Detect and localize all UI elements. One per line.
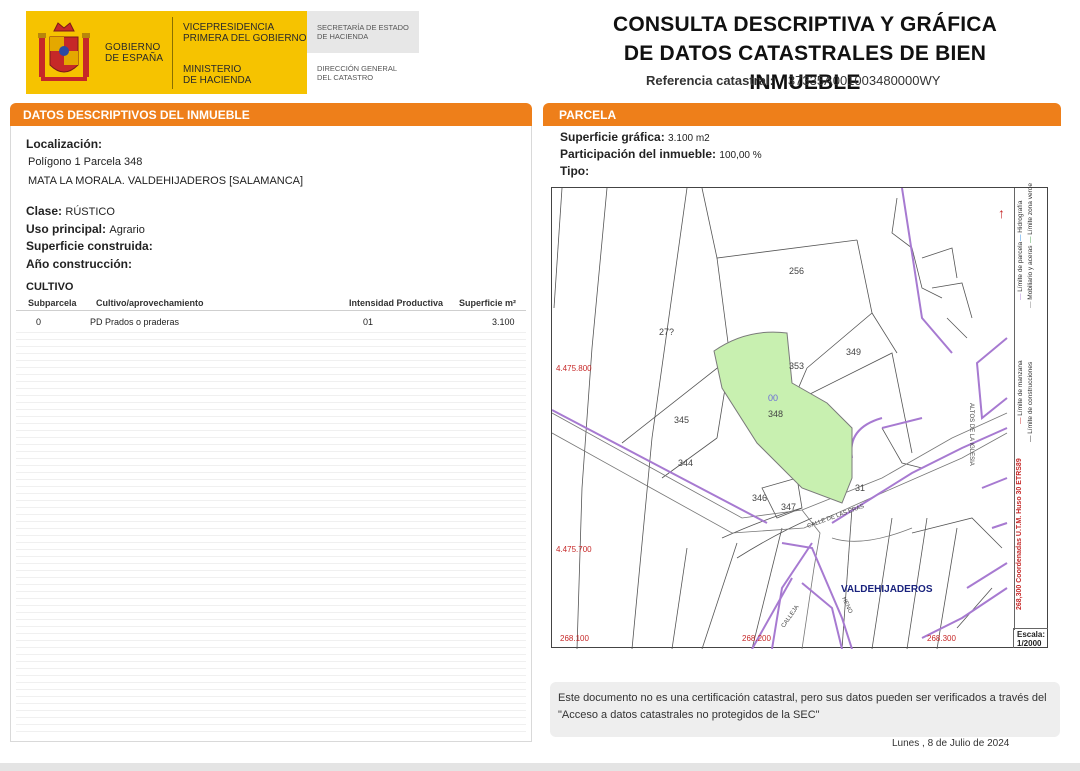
street-label-eras: CALLE DE LAS ERAS — [807, 504, 865, 530]
cultivo-title: CULTIVO — [26, 281, 74, 293]
parcel-label-31: 31 — [855, 483, 865, 493]
clase-value: RÚSTICO — [65, 206, 115, 218]
scale-label: Escala: — [1017, 630, 1046, 639]
td-subparcela: 0 — [36, 317, 42, 327]
uso-value: Agrario — [109, 224, 145, 236]
parcel-label-346: 346 — [752, 493, 767, 503]
parcel-label-349: 349 — [846, 347, 861, 357]
secretaria-block: SECRETARÍA DE ESTADO DE HACIENDA — [307, 11, 419, 53]
anio-construccion-field: Año construcción: — [26, 257, 133, 271]
parcel-label-partial: 27? — [659, 327, 674, 337]
ref-value: 37335A001003480000WY — [787, 73, 941, 88]
gobierno-logo: GOBIERNO DE ESPAÑA VICEPRESIDENCIA PRIMERA… — [26, 11, 307, 94]
td-intensidad: 01 — [363, 317, 374, 327]
clase-field: Clase: RÚSTICO — [26, 204, 115, 218]
scale-value: 1/2000 — [1017, 639, 1042, 648]
coat-of-arms-icon — [38, 22, 90, 81]
section-header-descriptivos: DATOS DESCRIPTIVOS DEL INMUEBLE — [10, 103, 532, 126]
scale-box: Escala: 1/2000 — [1013, 628, 1048, 648]
tipo-field: Tipo: — [560, 164, 590, 178]
uso-field: Uso principal: Agrario — [26, 222, 145, 236]
parcel-label-256: 256 — [789, 266, 804, 276]
coord-label-y1: 4.475.800 — [556, 364, 592, 373]
td-cultivo: PD Prados o praderas — [90, 317, 180, 327]
coord-label-y2: 4.475.700 — [556, 545, 592, 554]
cadastral-map[interactable]: 256 349 353 345 344 346 347 348 31 27? 0… — [551, 183, 1048, 649]
parcel-label-347: 347 — [781, 502, 796, 512]
legend-construcciones: — Límite de construcciones — [1027, 361, 1034, 442]
parcel-label-344: 344 — [678, 458, 693, 468]
localizacion-line-2: MATA LA MORALA. VALDEHIJADEROS [SALAMANC… — [28, 175, 304, 187]
legend-zona-verde: — Límite zona verde — [1027, 183, 1034, 243]
table-header-divider — [16, 310, 526, 311]
legend-manzana: — Límite de manzana — [1017, 360, 1024, 424]
td-superficie: 3.100 — [492, 317, 515, 327]
parcel-label-353: 353 — [789, 361, 804, 371]
map-drawing: 256 349 353 345 344 346 347 348 31 27? 0… — [552, 188, 1008, 649]
ref-label: Referencia catastral: — [646, 73, 774, 88]
secretaria-text: SECRETARÍA DE ESTADO DE HACIENDA — [317, 23, 409, 41]
disclaimer-notice: Este documento no es una certificación c… — [550, 682, 1060, 737]
gobierno-text: GOBIERNO DE ESPAÑA — [105, 42, 164, 64]
direccion-text: DIRECCIÓN GENERAL DEL CATASTRO — [317, 64, 398, 82]
th-subparcela: Subparcela — [28, 298, 77, 308]
localizacion-line-1: Polígono 1 Parcela 348 — [28, 156, 143, 168]
coord-label-x1: 268.100 — [560, 634, 589, 643]
legend-hidrografia: — Hidrografía — [1017, 200, 1024, 241]
cultivo-table-body — [16, 312, 526, 732]
logo-divider — [172, 17, 173, 89]
coord-label-x3: 268.300 — [927, 634, 956, 643]
place-label: VALDEHIJADEROS — [841, 584, 933, 595]
referencia-catastral: Referencia catastral: 37335A001003480000W… — [646, 73, 940, 88]
superficie-construida-field: Superficie construida: — [26, 239, 153, 253]
bottom-strip — [0, 763, 1080, 771]
section-header-parcela: PARCELA — [543, 103, 1061, 126]
coord-label-x2: 268.200 — [742, 634, 771, 643]
legend-mobiliario: — Mobiliario y aceras — [1027, 245, 1034, 309]
th-cultivo: Cultivo/aprovechamiento — [96, 298, 204, 308]
th-superficie: Superficie m² — [459, 298, 517, 308]
parcel-label-345: 345 — [674, 415, 689, 425]
legend-parcela: — Límite de parcela — [1017, 241, 1024, 300]
street-label-heno: HENO — [840, 596, 853, 615]
document-date: Lunes , 8 de Julio de 2024 — [892, 738, 1010, 749]
superficie-grafica-field: Superficie gráfica: 3.100 m2 — [560, 130, 710, 144]
subparcel-label-00: 00 — [768, 393, 778, 403]
street-label-calleja: CALLEJA — [781, 604, 801, 629]
north-arrow-icon: ↑ — [998, 205, 1005, 221]
superficie-grafica-value: 3.100 m2 — [668, 133, 710, 144]
street-label-altos: ALTOS DE LA IGLESIA — [968, 403, 974, 466]
localizacion-label: Localización: — [26, 137, 103, 151]
th-intensidad: Intensidad Productiva — [349, 298, 444, 308]
vicepresidencia-text: VICEPRESIDENCIA PRIMERA DEL GOBIERNO — [183, 22, 307, 44]
ministerio-text: MINISTERIO DE HACIENDA — [183, 64, 252, 86]
participacion-value: 100,00 % — [719, 150, 762, 161]
participacion-field: Participación del inmueble: 100,00 % — [560, 147, 762, 161]
parcel-label-348: 348 — [768, 409, 783, 419]
coordinate-note: 268,300 Coordenadas U.T.M. Huso 30 ETRS8… — [1016, 458, 1023, 610]
